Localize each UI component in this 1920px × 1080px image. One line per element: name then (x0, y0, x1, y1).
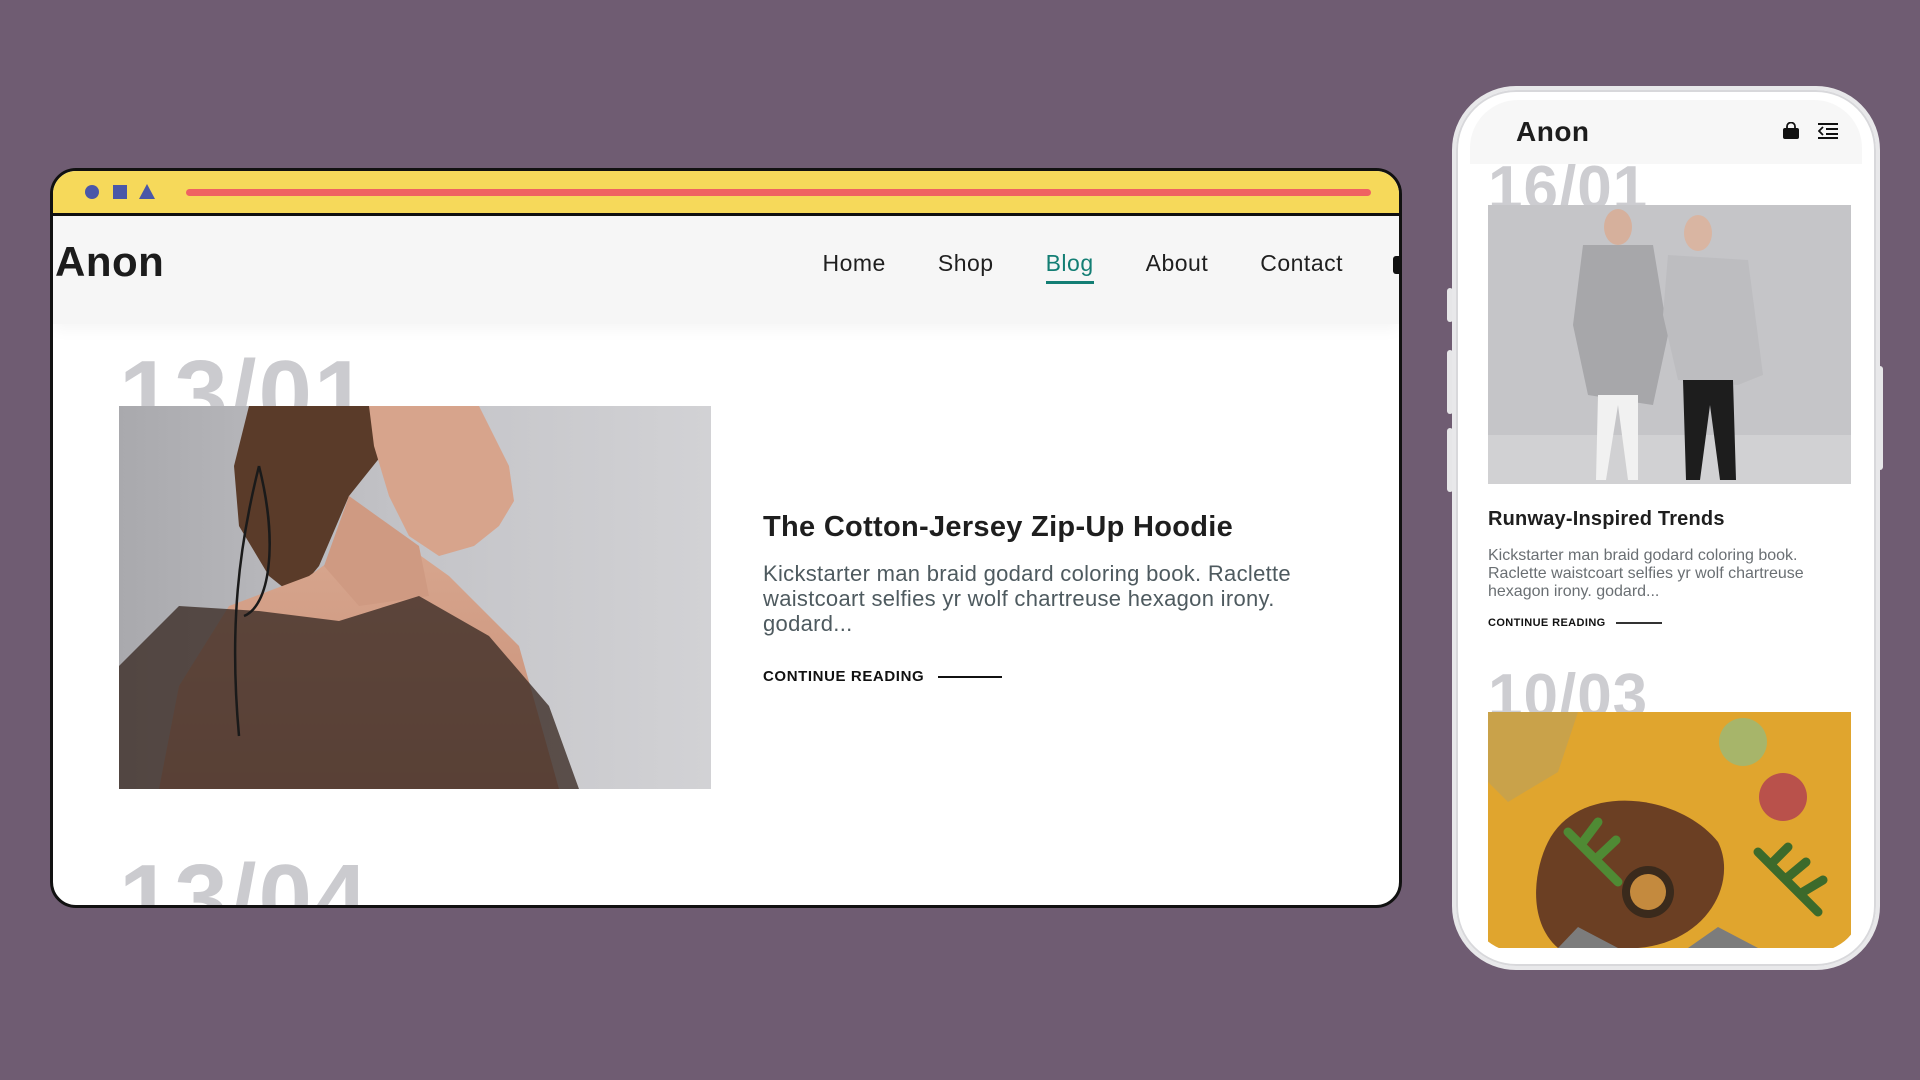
menu-icon[interactable] (1818, 122, 1838, 140)
nav-about[interactable]: About (1146, 250, 1209, 277)
shopping-bag-icon[interactable] (1782, 122, 1800, 140)
triangle-shape-icon (139, 184, 155, 199)
square-shape-icon (113, 185, 127, 199)
mobile-continue-reading-line (1615, 622, 1662, 624)
mobile-continue-reading-link[interactable]: CONTINUE READING (1488, 617, 1662, 629)
phone-screen: Anon 16/01 Runway-Inspired Trends Kickst… (1470, 100, 1862, 952)
mobile-next-post-date: 10/03 (1488, 666, 1649, 714)
mobile-continue-reading-label: CONTINUE READING (1488, 617, 1606, 629)
next-post-date: 13/04 (119, 851, 370, 908)
nav-blog[interactable]: Blog (1045, 250, 1094, 284)
nav-home[interactable]: Home (823, 250, 886, 277)
mobile-post-title[interactable]: Runway-Inspired Trends (1488, 508, 1725, 531)
post-excerpt: Kickstarter man braid godard coloring bo… (763, 561, 1291, 636)
site-header: Anon Home Shop Blog About Contact (53, 216, 1399, 324)
browser-title-bar (53, 171, 1399, 216)
continue-reading-link[interactable]: CONTINUE READING (763, 668, 1003, 685)
post-image[interactable] (119, 406, 711, 789)
continue-reading-label: CONTINUE READING (763, 668, 925, 685)
continue-reading-line (938, 675, 1003, 678)
desktop-browser-mockup: Anon Home Shop Blog About Contact 13/01 (50, 168, 1402, 908)
two-models-photo (1488, 205, 1851, 484)
circle-shape-icon (85, 185, 99, 199)
nav-contact[interactable]: Contact (1260, 250, 1343, 277)
post-title[interactable]: The Cotton-Jersey Zip-Up Hoodie (763, 511, 1233, 544)
post-date: 13/01 (119, 347, 370, 407)
mobile-logo[interactable]: Anon (1516, 116, 1590, 148)
mobile-phone-mockup: Anon 16/01 Runway-Inspired Trends Kickst… (1452, 86, 1880, 970)
nav-shop[interactable]: Shop (938, 250, 994, 277)
main-nav: Home Shop Blog About Contact (823, 250, 1344, 284)
site-logo[interactable]: Anon (55, 238, 164, 286)
autumn-flatlay-photo (1488, 712, 1851, 948)
mobile-post-date: 16/01 (1488, 158, 1649, 206)
mobile-next-post-image[interactable] (1488, 712, 1851, 948)
address-bar[interactable] (186, 189, 1371, 196)
mobile-header: Anon (1470, 100, 1862, 164)
cart-icon[interactable] (1393, 256, 1399, 274)
mobile-post-image[interactable] (1488, 205, 1851, 484)
woman-back-photo (119, 406, 711, 789)
mobile-post-excerpt: Kickstarter man braid godard coloring bo… (1488, 547, 1804, 600)
